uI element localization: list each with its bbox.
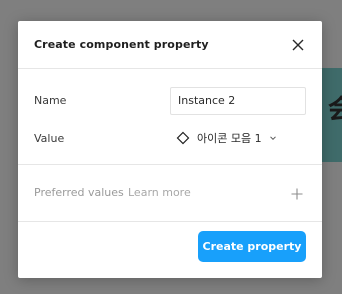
dialog-header: Create component property	[18, 21, 322, 69]
name-label: Name	[34, 94, 67, 107]
value-label: Value	[34, 132, 65, 145]
plus-icon	[291, 188, 303, 200]
close-icon	[292, 39, 304, 51]
chevron-down-icon	[269, 136, 276, 141]
close-button[interactable]	[288, 35, 308, 55]
name-input[interactable]: Instance 2	[170, 87, 306, 115]
create-property-button[interactable]: Create property	[198, 231, 306, 262]
value-select[interactable]: 아이콘 모음 1	[176, 128, 286, 148]
preferred-values-label: Preferred values	[34, 186, 124, 199]
background-canvas-strip: 会	[322, 68, 342, 162]
component-instance-diamond-icon	[176, 131, 190, 145]
dialog-title: Create component property	[34, 38, 209, 51]
learn-more-link[interactable]: Learn more	[128, 186, 191, 199]
property-fields-section: Name Instance 2 Value 아이콘 모음 1	[18, 70, 322, 165]
background-glyph: 会	[328, 95, 342, 125]
create-component-property-dialog: Create component property Name Instance …	[18, 21, 322, 278]
value-select-text: 아이콘 모음 1	[197, 132, 262, 145]
preferred-values-section: Preferred values Learn more	[18, 165, 322, 222]
add-preferred-value-button[interactable]	[290, 186, 304, 200]
